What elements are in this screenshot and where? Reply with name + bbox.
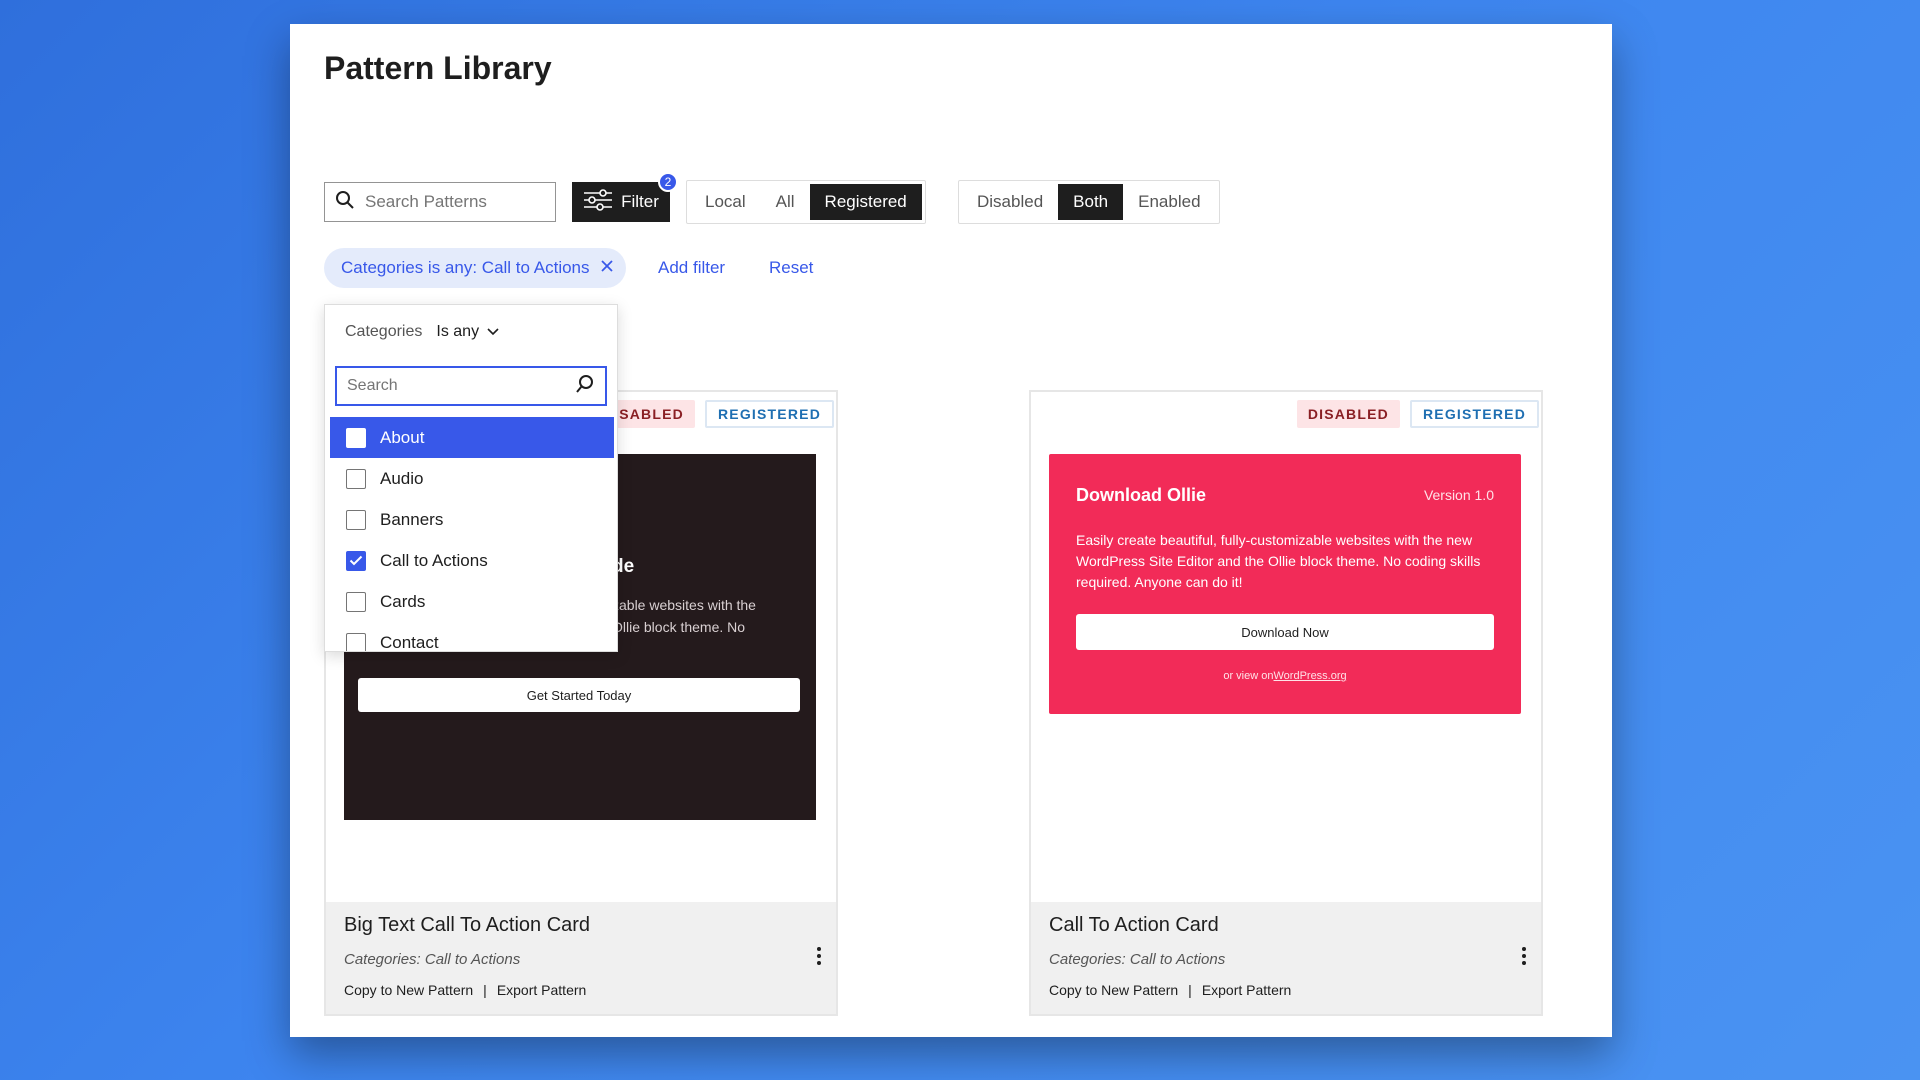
search-placeholder: Search Patterns [365,192,487,211]
category-option-about[interactable]: About [330,417,614,458]
preview-cta-button: Get Started Today [358,678,800,712]
category-search-placeholder: Search [347,377,398,394]
checkbox[interactable] [346,591,366,612]
filter-label: Filter [621,192,659,211]
pattern-library-panel: Pattern Library Search Patterns Filter 2… [290,24,1612,1037]
search-patterns-input[interactable]: Search Patterns [324,182,556,222]
filter-chip-label: Categories is any: Call to Actions [341,258,590,277]
copy-to-new-pattern-link[interactable]: Copy to New Pattern [1049,982,1178,998]
category-search-input[interactable]: Search [335,366,607,406]
operator-select[interactable]: Is any [436,323,499,341]
card-actions: Copy to New Pattern | Export Pattern [344,982,818,998]
registered-badge: REGISTERED [704,400,834,428]
filter-count-badge: 2 [658,172,678,192]
source-option-all[interactable]: All [761,184,810,220]
disabled-badge: DISABLED [1296,400,1400,428]
checkbox[interactable] [346,632,366,651]
option-label: About [380,427,425,447]
status-option-both[interactable]: Both [1058,184,1124,220]
operator-label: Is any [436,323,480,340]
category-options-list: About Audio Banners Call to Actions Card… [330,417,614,652]
card-title: Call To Action Card [1049,914,1219,936]
card-badges: DISABLED REGISTERED [1296,400,1539,428]
copy-to-new-pattern-link[interactable]: Copy to New Pattern [344,982,473,998]
filter-button[interactable]: Filter 2 [572,172,678,222]
close-icon[interactable] [600,258,614,278]
card-badges: DISABLED REGISTERED [591,400,834,428]
checkbox[interactable] [346,468,366,489]
category-option-contact[interactable]: Contact [330,622,614,652]
checkbox[interactable] [346,550,366,571]
page-title: Pattern Library [324,50,552,86]
export-pattern-link[interactable]: Export Pattern [1202,982,1292,998]
card-title: Big Text Call To Action Card [344,914,591,936]
checkmark-icon [349,555,363,566]
add-filter-button[interactable]: Add filter [658,248,725,288]
preview-body: zable websites with the Ollie block them… [612,597,756,635]
action-separator: | [483,982,487,998]
search-icon [335,190,355,215]
card-footer: Big Text Call To Action Card Categories:… [326,902,836,1014]
pattern-card: DISABLED REGISTERED Download Ollie Versi… [1029,390,1543,1016]
source-option-local[interactable]: Local [690,184,761,220]
category-option-banners[interactable]: Banners [330,499,614,540]
category-option-audio[interactable]: Audio [330,458,614,499]
source-toggle-group: Local All Registered [686,180,926,224]
category-option-call-to-actions[interactable]: Call to Actions [330,540,614,581]
checkbox[interactable] [346,427,366,448]
sliders-icon [583,188,613,216]
card-categories: Categories: Call to Actions [1049,951,1226,968]
option-label: Audio [380,468,424,488]
card-actions: Copy to New Pattern | Export Pattern [1049,982,1523,998]
search-icon [575,374,595,399]
reset-filters-button[interactable]: Reset [769,248,813,288]
chevron-down-icon [487,323,499,341]
preview-footer-link: WordPress.org [1273,670,1347,682]
card-categories: Categories: Call to Actions [344,951,521,968]
dropdown-header: Categories Is any [345,323,499,341]
preview-version: Version 1.0 [1423,487,1494,503]
status-option-disabled[interactable]: Disabled [962,184,1058,220]
option-label: Banners [380,509,444,529]
preview-body: Easily create beautiful, fully-customiza… [1076,532,1481,590]
filter-field-label: Categories [345,323,423,340]
option-label: Cards [380,591,426,611]
registered-badge: REGISTERED [1409,400,1539,428]
card-footer: Call To Action Card Categories: Call to … [1031,902,1541,1014]
preview-footer-text: or view on [1223,670,1274,682]
action-separator: | [1188,982,1192,998]
more-options-icon[interactable] [1521,946,1527,972]
category-filter-dropdown: Categories Is any Search About Audio Ban… [324,304,618,652]
checkbox[interactable] [346,509,366,530]
option-label: Call to Actions [380,550,488,570]
option-label: Contact [380,632,439,652]
export-pattern-link[interactable]: Export Pattern [497,982,587,998]
pattern-preview[interactable]: Download Ollie Version 1.0 Easily create… [1049,454,1521,714]
category-option-cards[interactable]: Cards [330,581,614,622]
status-toggle-group: Disabled Both Enabled [958,180,1220,224]
preview-title: Download Ollie [1076,485,1207,505]
preview-footer: or view onWordPress.org [1049,670,1521,682]
source-option-registered[interactable]: Registered [809,184,922,220]
status-option-enabled[interactable]: Enabled [1123,184,1215,220]
active-filter-chip[interactable]: Categories is any: Call to Actions [324,248,626,288]
more-options-icon[interactable] [816,946,822,972]
preview-download-button: Download Now [1076,614,1494,650]
